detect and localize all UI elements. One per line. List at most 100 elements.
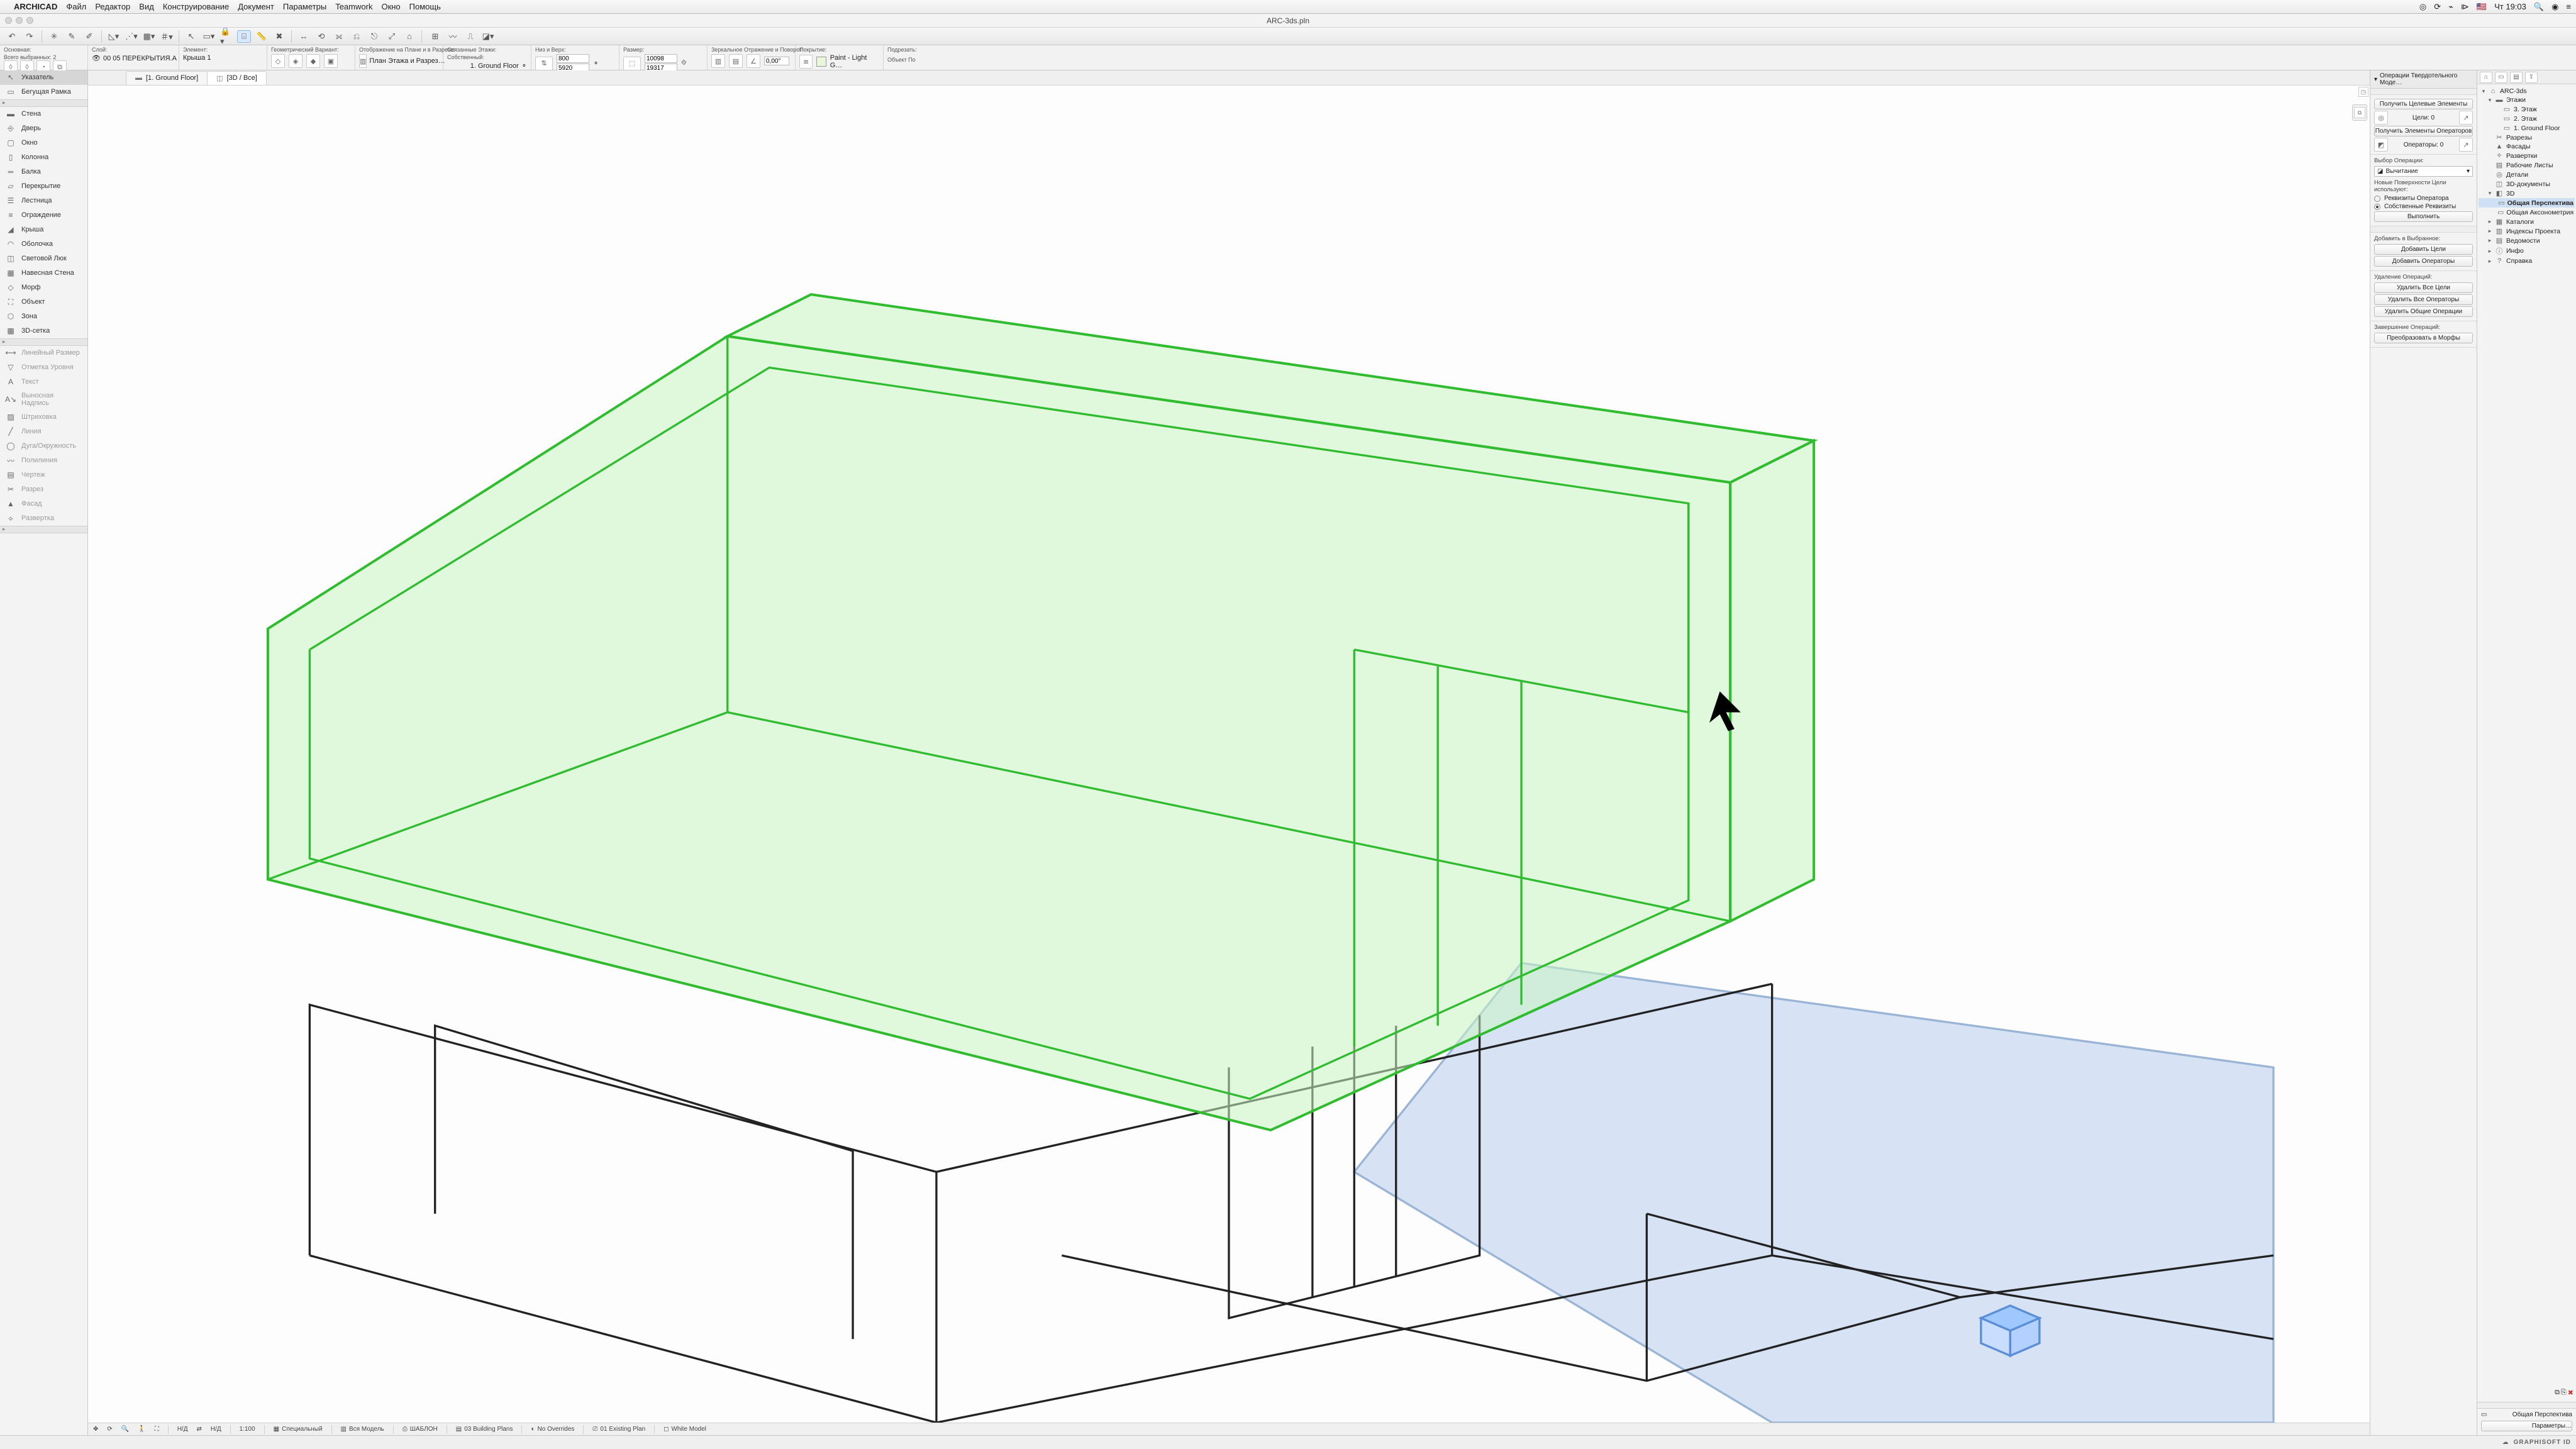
inject-icon[interactable]: ✐	[82, 30, 96, 43]
navigator-tree[interactable]: ▾⌂ARC-3ds ▾▬Этажи ▭3. Этаж ▭2. Этаж ▭1. …	[2477, 84, 2576, 1402]
nav-dup-icon[interactable]: ⎘	[2561, 1389, 2567, 1397]
tab-ground-floor[interactable]: ▬[1. Ground Floor]	[126, 71, 208, 85]
tree-details[interactable]: ◎Детали	[2479, 170, 2575, 179]
menu-view[interactable]: Вид	[139, 2, 154, 11]
tool-slab[interactable]: ▱Перекрытие	[0, 179, 87, 194]
tree-root[interactable]: ▾⌂ARC-3ds	[2479, 87, 2575, 96]
tool-window[interactable]: ▢Окно	[0, 136, 87, 150]
menu-edit[interactable]: Редактор	[95, 2, 130, 11]
convert-morph-button[interactable]: Преобразовать в Морфы	[2374, 333, 2473, 343]
tree-interiors[interactable]: ⟡Развертки	[2479, 151, 2575, 160]
own-value[interactable]: 1. Ground Floor	[470, 62, 519, 70]
app-name[interactable]: ARCHICAD	[14, 2, 57, 11]
graphisoft-id[interactable]: GRAPHISOFT ID	[2514, 1439, 2571, 1446]
toolbox-sep-more[interactable]	[0, 526, 87, 533]
get-operators-button[interactable]: Получить Элементы Операторов	[2374, 126, 2473, 136]
nav-views-icon[interactable]: ▭	[2495, 72, 2507, 83]
tool-drawing[interactable]: ▤Чертеж	[0, 468, 87, 482]
tree-perspective[interactable]: ▭Общая Перспектива	[2479, 198, 2575, 208]
tool-fill[interactable]: ▨Штриховка	[0, 410, 87, 425]
arrow-tool-icon[interactable]: ↖	[184, 30, 198, 43]
vp-orient-icon[interactable]: ◳	[2358, 87, 2368, 97]
status-siri-icon[interactable]: ◉	[2551, 2, 2558, 12]
snap-point-icon[interactable]: ⋰▾	[125, 30, 138, 43]
align-icon[interactable]: ⎍	[464, 30, 477, 43]
tree-3d[interactable]: ▾◧3D	[2479, 189, 2575, 198]
trim-icon[interactable]: ⎋	[367, 30, 381, 43]
geom-opt4-icon[interactable]: ▣	[324, 54, 338, 68]
nav-close-icon[interactable]: ✖	[2568, 1389, 2573, 1397]
menu-design[interactable]: Конструирование	[163, 2, 229, 11]
surface-swatch[interactable]	[816, 57, 826, 67]
bb-white[interactable]: ◻ White Model	[663, 1426, 706, 1433]
mirror-icon[interactable]: ⟗	[332, 30, 346, 43]
del-all-targets-button[interactable]: Удалить Все Цели	[2374, 282, 2473, 293]
mirror-h-icon[interactable]: ▥	[711, 54, 725, 68]
tree-story-3[interactable]: ▭3. Этаж	[2479, 104, 2575, 114]
bb-special[interactable]: ▦ Специальный	[274, 1426, 323, 1433]
grid-icon[interactable]: ＃▾	[160, 30, 174, 43]
tree-elevations[interactable]: ▲Фасады	[2479, 142, 2575, 151]
bb-walk-icon[interactable]: 🚶	[138, 1426, 145, 1433]
tab-3d-all[interactable]: ◫[3D / Все]	[207, 71, 267, 85]
bt-top-input[interactable]	[557, 54, 589, 63]
status-menu-icon[interactable]: ≡	[2566, 2, 2571, 11]
own-chain-icon[interactable]: ⚬	[521, 62, 527, 70]
footer-params-button[interactable]: Параметры…	[2481, 1421, 2572, 1431]
layer-eye-icon[interactable]: 👁	[92, 54, 101, 62]
tree-stories[interactable]: ▾▬Этажи	[2479, 96, 2575, 104]
tool-dim-level[interactable]: ▽Отметка Уровня	[0, 360, 87, 375]
mirror-v-icon[interactable]: ▤	[729, 54, 743, 68]
bb-fit-icon[interactable]: ⛶	[155, 1426, 159, 1433]
trace-palette[interactable]: ⧉	[2352, 104, 2367, 121]
bb-exist[interactable]: ⎚ 01 Existing Plan	[592, 1426, 645, 1433]
tool-section[interactable]: ✂Разрез	[0, 482, 87, 497]
size-lock-icon[interactable]: ⟐	[681, 59, 687, 67]
size-icon[interactable]: ⬚	[623, 57, 641, 70]
snap-grid-icon[interactable]: ▦▾	[142, 30, 156, 43]
tool-text[interactable]: AТекст	[0, 375, 87, 389]
tree-sections[interactable]: ✂Разрезы	[2479, 133, 2575, 142]
tool-skylight[interactable]: ◫Световой Люк	[0, 252, 87, 266]
angle-input[interactable]	[764, 57, 789, 65]
toolbox-sep-design[interactable]	[0, 99, 87, 107]
tree-schedules[interactable]: ▸▤Ведомости	[2479, 236, 2575, 245]
geom-opt3-icon[interactable]: ◆	[306, 54, 320, 68]
bb-plans[interactable]: ▤ 03 Building Plans	[456, 1426, 513, 1433]
snap-guide-icon[interactable]: ◺▾	[107, 30, 121, 43]
tree-story-2[interactable]: ▭2. Этаж	[2479, 114, 2575, 123]
tool-curtain[interactable]: ▦Навесная Стена	[0, 266, 87, 280]
geom-opt1-icon[interactable]: ◇	[271, 54, 285, 68]
tool-wall[interactable]: ▬Стена	[0, 107, 87, 121]
rect-tool-icon[interactable]: ▭▾	[202, 30, 216, 43]
tool-line[interactable]: ╱Линия	[0, 425, 87, 439]
redo-icon[interactable]: ↷	[23, 30, 36, 43]
execute-button[interactable]: Выполнить	[2374, 211, 2473, 222]
tree-indexes[interactable]: ▸▥Индексы Проекта	[2479, 226, 2575, 236]
tree-story-1[interactable]: ▭1. Ground Floor	[2479, 123, 2575, 133]
tool-elevation[interactable]: ▲Фасад	[0, 497, 87, 511]
lock-tool-icon[interactable]: 🔒▾	[219, 30, 233, 43]
pick-icon[interactable]: ✳	[47, 30, 61, 43]
tree-help[interactable]: ▸?Справка	[2479, 257, 2575, 265]
del-common-button[interactable]: Удалить Общие Операции	[2374, 306, 2473, 317]
size-w-input[interactable]	[645, 54, 677, 63]
opt-operator-attrs[interactable]: Реквизиты Оператора	[2374, 195, 2473, 202]
tool-morph[interactable]: ◇Морф	[0, 280, 87, 295]
tool-zone[interactable]: ⬡Зона	[0, 309, 87, 324]
bb-arrows-icon[interactable]: ⇄	[196, 1426, 201, 1433]
window-min-icon[interactable]	[16, 17, 23, 24]
display-icon[interactable]: ▥	[359, 54, 367, 68]
bb-pan-icon[interactable]: ✥	[93, 1426, 98, 1433]
object-params-label[interactable]: Объект По	[887, 57, 2572, 63]
bt-chain-icon[interactable]: ⚬	[593, 59, 599, 67]
menu-window[interactable]: Окно	[381, 2, 400, 11]
element-value[interactable]: Крыша 1	[183, 54, 211, 62]
menu-file[interactable]: Файл	[66, 2, 86, 11]
tool-polyline[interactable]: 〰Полилиния	[0, 453, 87, 468]
delete-icon[interactable]: ✖	[272, 30, 286, 43]
tool-shell[interactable]: ◠Оболочка	[0, 237, 87, 252]
surface-icon[interactable]: ≋	[799, 55, 813, 69]
tool-arrow[interactable]: ↖Указатель	[0, 70, 87, 85]
status-search-icon[interactable]: 🔍	[2534, 2, 2544, 12]
